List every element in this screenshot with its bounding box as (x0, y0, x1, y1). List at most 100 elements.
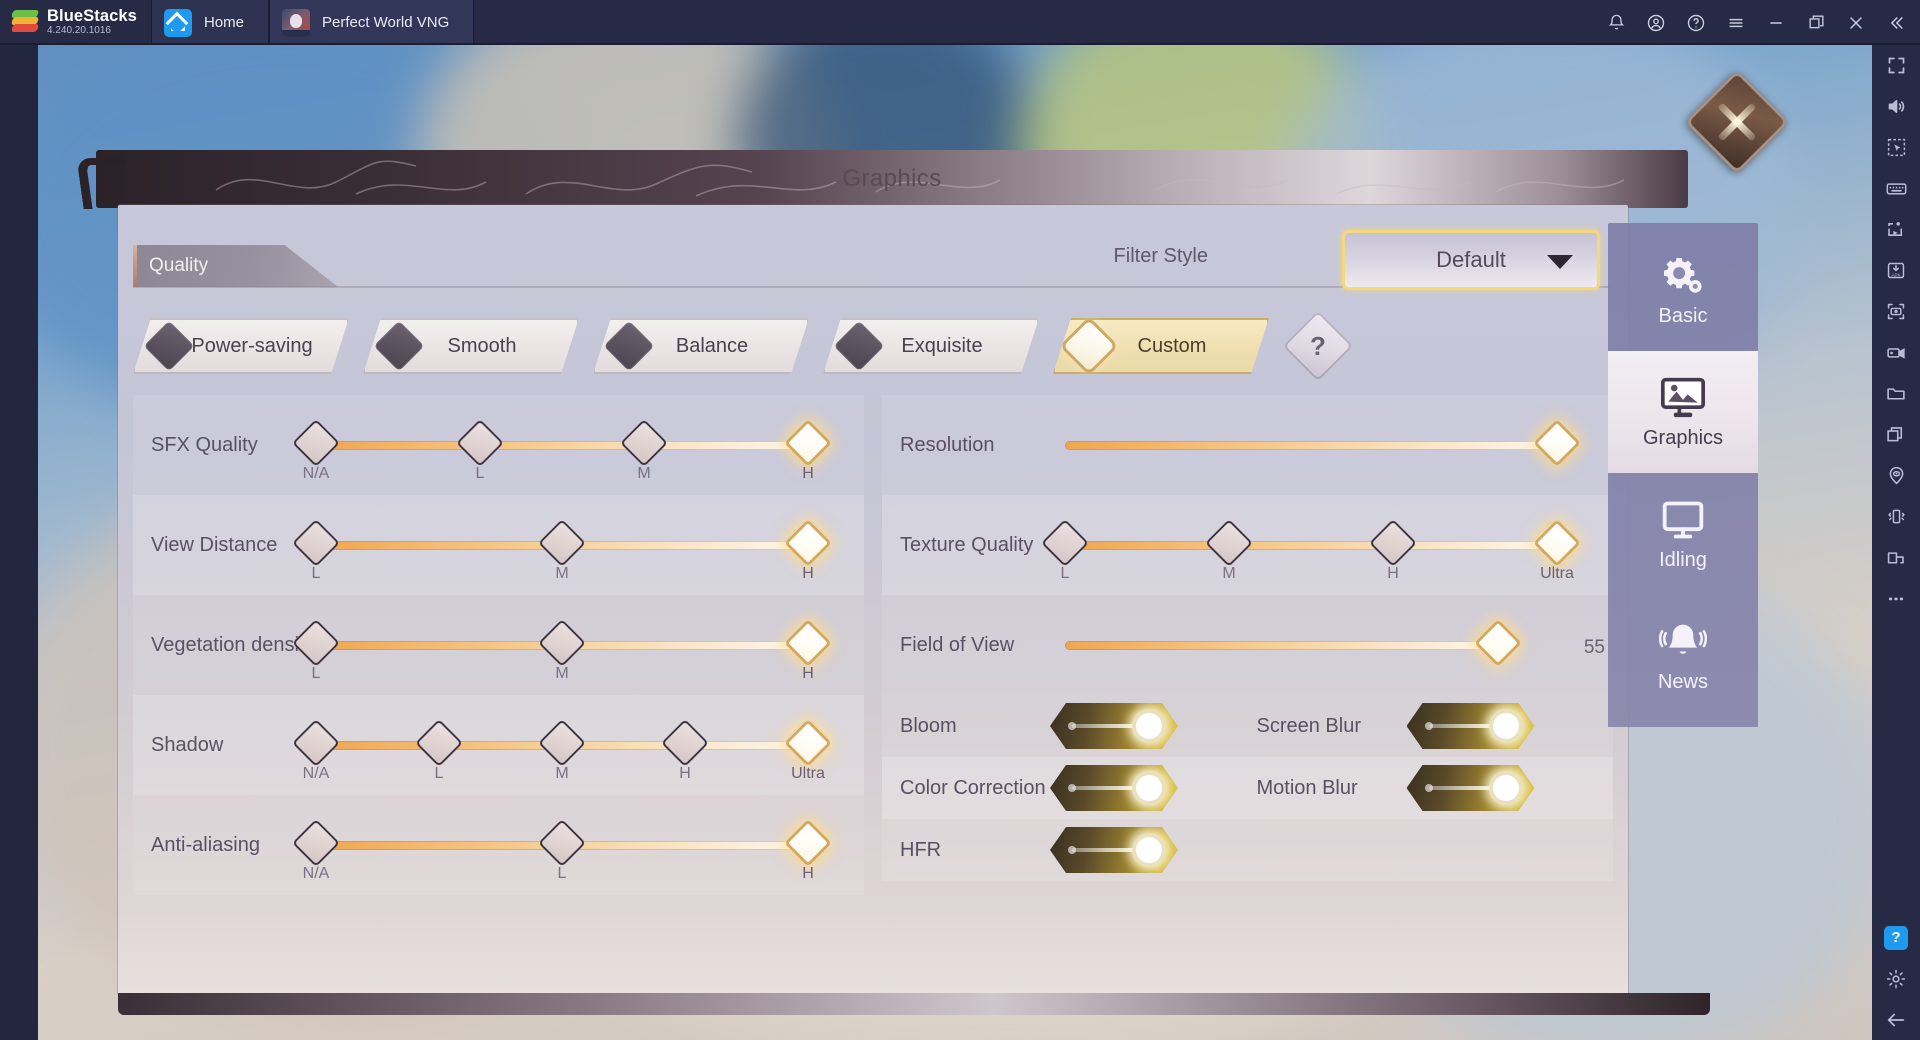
nav-tab-basic[interactable]: Basic (1608, 229, 1758, 351)
slider-handle-l[interactable] (414, 718, 464, 768)
install-apk-icon[interactable]: APK (1872, 250, 1920, 291)
preset-label: Smooth (447, 334, 517, 357)
help-icon[interactable] (1676, 0, 1716, 45)
slider-handle-h[interactable] (660, 718, 710, 768)
media-folder-icon[interactable] (1872, 373, 1920, 414)
fullscreen-icon[interactable] (1872, 45, 1920, 86)
slider-texture-quality[interactable]: L M H Ultra (1040, 517, 1582, 582)
toggle-bloom[interactable] (1050, 703, 1178, 749)
slider-tick-label: H (802, 465, 814, 482)
slider-handle-ultra[interactable] (783, 718, 833, 768)
slider-tick-label: M (555, 565, 569, 582)
slider-handle-n-a[interactable] (291, 418, 341, 468)
volume-icon[interactable] (1872, 86, 1920, 127)
slider-handle-h[interactable] (783, 618, 833, 668)
toggle-cell-bloom: Bloom (900, 703, 1257, 749)
toggle-hfr[interactable] (1050, 827, 1178, 873)
slider-handle-ultra[interactable] (1532, 518, 1582, 568)
menu-icon[interactable] (1716, 0, 1756, 45)
close-icon[interactable] (1836, 0, 1876, 45)
nav-tab-news[interactable]: News (1608, 595, 1758, 717)
slider-field-of-view[interactable]: 55 (1065, 617, 1605, 673)
help-badge-icon[interactable]: ? (1872, 917, 1920, 958)
slider-handle[interactable] (1532, 418, 1582, 468)
nav-tab-graphics[interactable]: Graphics (1608, 351, 1758, 473)
slider-anti-aliasing[interactable]: N/A L H (291, 817, 833, 882)
back-arrow-icon[interactable] (1872, 999, 1920, 1040)
notifications-bell-icon[interactable] (1596, 0, 1636, 45)
toggle-knob[interactable] (1132, 709, 1166, 743)
toggle-knob[interactable] (1488, 771, 1523, 805)
slider-handle-l[interactable] (537, 818, 587, 868)
section-tab-quality[interactable]: Quality (133, 245, 338, 287)
preset-label: Exquisite (901, 334, 983, 357)
slider-handle-n-a[interactable] (291, 818, 341, 868)
account-icon[interactable] (1636, 0, 1676, 45)
slider-handle-l[interactable] (455, 418, 505, 468)
toggle-color-correction[interactable] (1050, 765, 1178, 811)
slider-handle-m[interactable] (537, 518, 587, 568)
window-controls (1596, 0, 1920, 45)
slider-tick-label: N/A (302, 765, 330, 782)
preset-custom[interactable]: Custom (1053, 318, 1269, 374)
preset-label: Custom (1137, 334, 1207, 357)
screenshot-icon[interactable] (1872, 291, 1920, 332)
slider-tick-label: Ultra (791, 765, 825, 782)
right-settings-column: Resolution Texture Quality L M H Ultra Field o… (882, 395, 1613, 980)
record-video-icon[interactable] (1872, 332, 1920, 373)
tab-perfect-world-vng[interactable]: Perfect World VNG (268, 0, 475, 45)
toggle-cell-color-correction: Color Correction (900, 765, 1257, 811)
slider-handle-n-a[interactable] (291, 718, 341, 768)
slider-handle[interactable] (1473, 618, 1522, 668)
filter-style-dropdown[interactable]: Default (1342, 230, 1600, 290)
slider-sfx-quality[interactable]: N/A L M H (291, 417, 833, 482)
location-icon[interactable] (1872, 455, 1920, 496)
slider-vegetation-density[interactable]: LMH (291, 617, 833, 682)
bluestacks-logo: BlueStacks 4.240.20.1016 (0, 0, 151, 45)
slider-view-distance[interactable]: LMH (291, 517, 833, 582)
preset-exquisite[interactable]: Exquisite (823, 318, 1039, 374)
multi-instance-icon[interactable] (1872, 414, 1920, 455)
toggle-knob[interactable] (1132, 771, 1166, 805)
setting-row-vegetation-density: Vegetation density L M H (133, 595, 864, 695)
slider-handle-h[interactable] (1368, 518, 1418, 568)
help-button[interactable]: ? (1282, 310, 1354, 382)
game-controls-icon[interactable] (1872, 209, 1920, 250)
slider-handle-l[interactable] (1040, 518, 1090, 568)
title-bar: BlueStacks 4.240.20.1016 Home Perfect Wo… (0, 0, 1920, 45)
slider-handle-m[interactable] (537, 618, 587, 668)
rotate-icon[interactable] (1872, 537, 1920, 578)
preset-smooth[interactable]: Smooth (363, 318, 579, 374)
preset-balance[interactable]: Balance (593, 318, 809, 374)
slider-handle-m[interactable] (1204, 518, 1254, 568)
minimize-icon[interactable] (1756, 0, 1796, 45)
collapse-sidebar-icon[interactable] (1876, 0, 1916, 45)
toggle-motion-blur[interactable] (1406, 765, 1535, 811)
toggle-knob[interactable] (1132, 833, 1166, 867)
slider-handle-h[interactable] (783, 518, 833, 568)
nav-tab-idling[interactable]: Idling (1608, 473, 1758, 595)
slider-handle-m[interactable] (619, 418, 669, 468)
slider-handle-h[interactable] (783, 818, 833, 868)
slider-handle-l[interactable] (291, 518, 341, 568)
tab-home[interactable]: Home (150, 0, 269, 45)
settings-gear-icon[interactable] (1872, 958, 1920, 999)
shake-icon[interactable] (1872, 496, 1920, 537)
preset-label: Balance (675, 334, 749, 357)
slider-resolution[interactable] (1065, 417, 1582, 473)
maximize-icon[interactable] (1796, 0, 1836, 45)
keyboard-controls-icon[interactable] (1872, 168, 1920, 209)
version-label: 4.240.20.1016 (47, 24, 111, 36)
toggle-screen-blur[interactable] (1406, 703, 1535, 749)
macro-cursor-icon[interactable] (1872, 127, 1920, 168)
setting-label: Texture Quality (900, 534, 1034, 556)
slider-handle-l[interactable] (291, 618, 341, 668)
preset-power-saving[interactable]: Power-saving (133, 318, 349, 374)
more-icon[interactable] (1872, 578, 1920, 619)
slider-shadow[interactable]: N/A L M H Ultra (291, 717, 833, 782)
toggle-knob[interactable] (1488, 709, 1523, 743)
slider-handle-m[interactable] (537, 718, 587, 768)
tab-game-label: Perfect World VNG (321, 14, 450, 31)
slider-track (1065, 441, 1557, 450)
slider-handle-h[interactable] (783, 418, 833, 468)
